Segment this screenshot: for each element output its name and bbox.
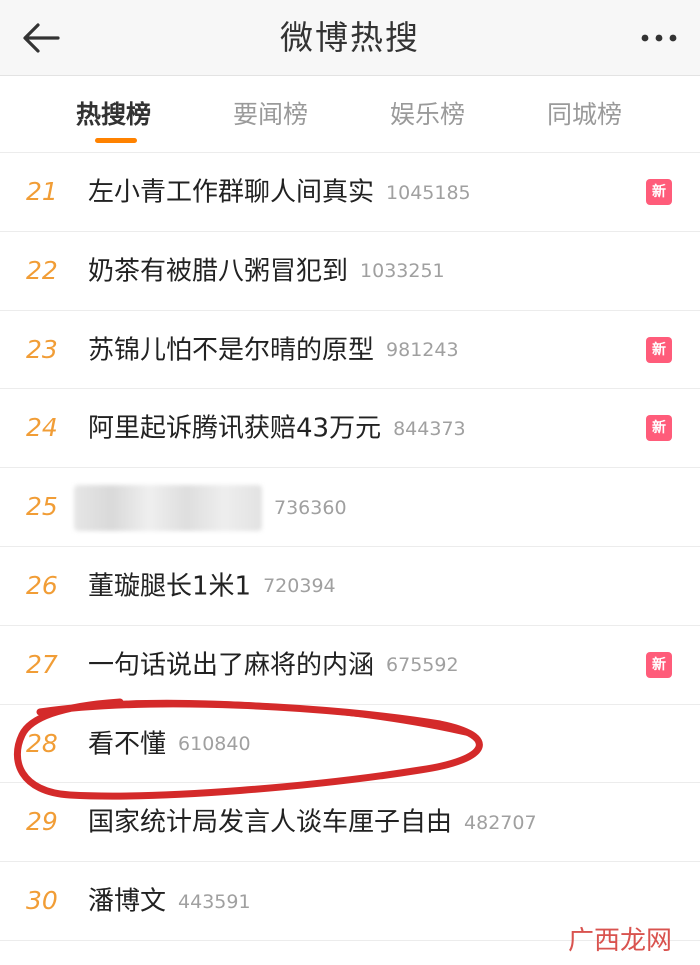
tab-news[interactable]: 要闻榜	[233, 95, 308, 131]
tab-local[interactable]: 同城榜	[547, 95, 622, 131]
topic-title[interactable]: 国家统计局发言人谈车厘子自由	[88, 808, 452, 838]
top-bar: 微博热搜	[0, 0, 700, 76]
topic-title[interactable]: 看不懂	[88, 729, 166, 759]
more-button[interactable]	[636, 18, 682, 58]
heat-count: 675592	[386, 654, 459, 677]
more-dots-icon	[641, 34, 677, 42]
heat-count: 844373	[393, 417, 466, 440]
list-item[interactable]: 28 看不懂 610840	[0, 705, 700, 784]
rank-number: 30	[26, 886, 58, 916]
rank-number: 27	[26, 649, 58, 679]
active-tab-indicator	[95, 138, 137, 143]
list-item[interactable]: 24 阿里起诉腾讯获赔43万元 844373 新	[0, 389, 700, 469]
rank-number: 22	[26, 255, 58, 285]
tab-entertainment[interactable]: 娱乐榜	[390, 95, 465, 131]
tab-hot-search[interactable]: 热搜榜	[76, 95, 151, 131]
new-badge: 新	[646, 336, 672, 363]
topic-title[interactable]: 阿里起诉腾讯获赔43万元	[88, 414, 381, 444]
topic-title[interactable]: 左小青工作群聊人间真实	[88, 178, 374, 208]
rank-number: 25	[26, 492, 58, 522]
rank-number: 21	[26, 177, 58, 206]
hot-search-list: 21 左小青工作群聊人间真实 1045185 新 22 奶茶有被腊八粥冒犯到 103…	[0, 152, 700, 941]
list-item[interactable]: 23 苏锦儿怕不是尔晴的原型 981243 新	[0, 311, 700, 390]
rank-number: 26	[26, 570, 58, 600]
list-item[interactable]: 22 奶茶有被腊八粥冒犯到 1033251	[0, 232, 700, 311]
heat-count: 736360	[274, 496, 347, 519]
new-badge: 新	[646, 179, 672, 205]
rank-number: 28	[26, 728, 58, 758]
heat-count: 610840	[178, 733, 251, 756]
heat-count: 443591	[178, 890, 251, 913]
watermark: 广西龙网	[567, 926, 672, 956]
rank-number: 23	[26, 334, 58, 364]
topic-title[interactable]: 一句话说出了麻将的内涵	[88, 650, 374, 680]
tab-bar: 热搜榜 要闻榜 娱乐榜 同城榜	[0, 77, 700, 149]
rank-number: 24	[26, 413, 58, 443]
rank-number: 29	[26, 807, 58, 837]
list-item[interactable]: 27 一句话说出了麻将的内涵 675592 新	[0, 626, 700, 705]
heat-count: 1033251	[360, 260, 445, 283]
list-item[interactable]: 25 736360	[0, 468, 700, 547]
list-item[interactable]: 21 左小青工作群聊人间真实 1045185 新	[0, 153, 700, 232]
new-badge: 新	[646, 651, 672, 678]
heat-count: 981243	[386, 339, 459, 362]
topic-title[interactable]: 潘博文	[88, 887, 166, 917]
topic-title[interactable]: 董璇腿长1米1	[88, 571, 251, 601]
heat-count: 482707	[464, 811, 537, 834]
topic-title[interactable]: 奶茶有被腊八粥冒犯到	[88, 256, 348, 286]
new-badge: 新	[646, 415, 672, 442]
heat-count: 1045185	[386, 181, 471, 204]
list-item[interactable]: 29 国家统计局发言人谈车厘子自由 482707	[0, 783, 700, 863]
page-title: 微博热搜	[280, 18, 420, 57]
topic-title[interactable]: 苏锦儿怕不是尔晴的原型	[88, 335, 374, 365]
heat-count: 720394	[263, 575, 336, 598]
blurred-topic[interactable]	[74, 484, 262, 531]
list-item[interactable]: 26 董璇腿长1米1 720394	[0, 547, 700, 626]
